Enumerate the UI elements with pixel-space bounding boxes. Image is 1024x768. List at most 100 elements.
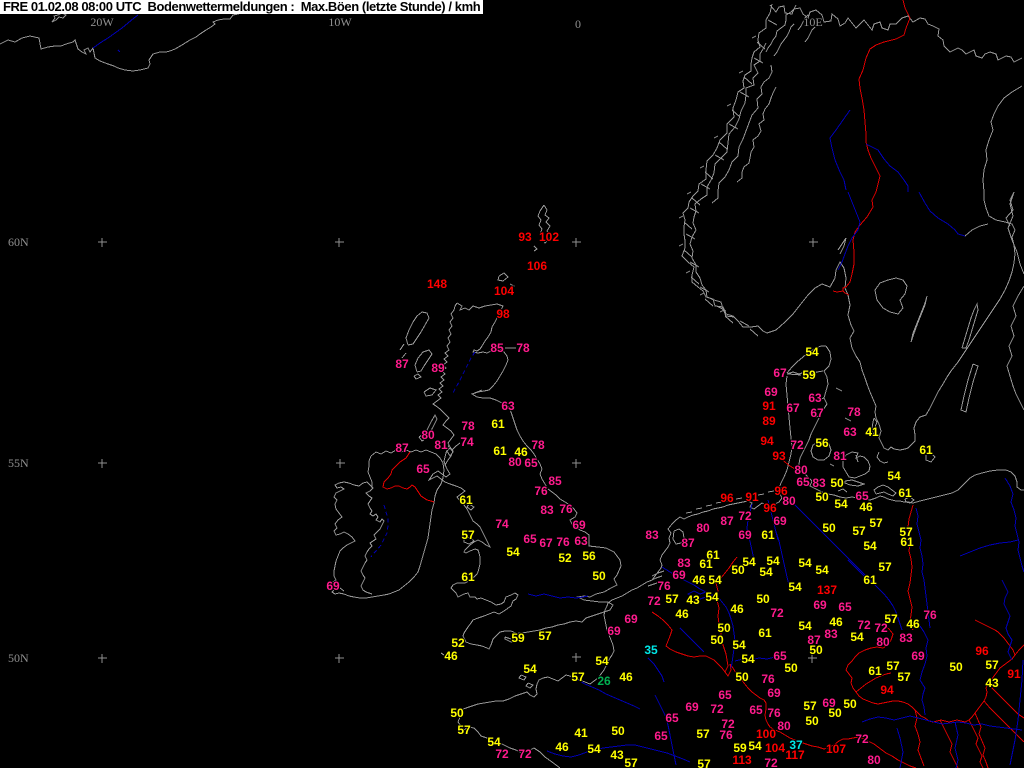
svg-text:76: 76 xyxy=(923,608,937,622)
svg-text:61: 61 xyxy=(919,443,933,457)
svg-text:46: 46 xyxy=(730,602,744,616)
svg-text:50: 50 xyxy=(949,660,963,674)
svg-text:65: 65 xyxy=(523,532,537,546)
svg-text:104: 104 xyxy=(494,284,514,298)
svg-text:61: 61 xyxy=(898,486,912,500)
svg-text:67: 67 xyxy=(539,536,553,550)
svg-text:61: 61 xyxy=(900,535,914,549)
svg-text:50: 50 xyxy=(756,592,770,606)
svg-text:56: 56 xyxy=(815,436,829,450)
svg-text:65: 65 xyxy=(524,456,538,470)
svg-text:54: 54 xyxy=(798,619,812,633)
svg-text:65: 65 xyxy=(665,711,679,725)
svg-text:56: 56 xyxy=(582,549,596,563)
svg-text:52: 52 xyxy=(451,636,465,650)
svg-text:54: 54 xyxy=(759,565,773,579)
svg-text:87: 87 xyxy=(681,536,695,550)
svg-text:67: 67 xyxy=(773,366,787,380)
svg-text:50: 50 xyxy=(815,490,829,504)
svg-text:65: 65 xyxy=(796,475,810,489)
svg-text:35: 35 xyxy=(644,643,658,657)
svg-text:54: 54 xyxy=(506,545,520,559)
svg-text:57: 57 xyxy=(665,592,679,606)
svg-text:55N: 55N xyxy=(8,456,29,470)
svg-text:96: 96 xyxy=(975,644,989,658)
svg-text:83: 83 xyxy=(824,627,838,641)
svg-text:59: 59 xyxy=(802,368,816,382)
svg-text:89: 89 xyxy=(431,361,445,375)
svg-text:76: 76 xyxy=(559,502,573,516)
svg-text:69: 69 xyxy=(607,624,621,638)
svg-text:54: 54 xyxy=(705,590,719,604)
svg-text:57: 57 xyxy=(869,516,883,530)
svg-text:78: 78 xyxy=(516,341,530,355)
svg-text:50: 50 xyxy=(822,521,836,535)
svg-text:57: 57 xyxy=(696,727,710,741)
svg-text:43: 43 xyxy=(985,676,999,690)
svg-text:46: 46 xyxy=(555,740,569,754)
svg-text:69: 69 xyxy=(773,514,787,528)
svg-text:50: 50 xyxy=(784,661,798,675)
svg-text:57: 57 xyxy=(897,670,911,684)
svg-text:54: 54 xyxy=(523,662,537,676)
svg-text:46: 46 xyxy=(444,649,458,663)
svg-text:10E: 10E xyxy=(803,15,822,29)
svg-text:50: 50 xyxy=(843,697,857,711)
svg-text:63: 63 xyxy=(574,534,588,548)
svg-text:65: 65 xyxy=(838,600,852,614)
svg-text:83: 83 xyxy=(812,476,826,490)
svg-text:54: 54 xyxy=(805,345,819,359)
svg-text:93: 93 xyxy=(518,230,532,244)
svg-text:54: 54 xyxy=(741,652,755,666)
svg-text:50: 50 xyxy=(830,476,844,490)
svg-text:80: 80 xyxy=(508,455,522,469)
svg-text:72: 72 xyxy=(764,756,778,768)
svg-text:94: 94 xyxy=(760,434,774,448)
svg-text:69: 69 xyxy=(738,528,752,542)
svg-text:59: 59 xyxy=(511,631,525,645)
svg-text:60N: 60N xyxy=(8,235,29,249)
svg-text:46: 46 xyxy=(675,607,689,621)
svg-text:117: 117 xyxy=(785,748,805,762)
svg-text:76: 76 xyxy=(767,706,781,720)
svg-text:72: 72 xyxy=(518,747,532,761)
svg-text:69: 69 xyxy=(572,518,586,532)
svg-text:61: 61 xyxy=(461,570,475,584)
svg-text:80: 80 xyxy=(867,753,881,767)
svg-text:80: 80 xyxy=(876,635,890,649)
svg-text:72: 72 xyxy=(647,594,661,608)
svg-text:57: 57 xyxy=(697,757,711,768)
svg-text:57: 57 xyxy=(803,699,817,713)
svg-text:80: 80 xyxy=(782,494,796,508)
svg-text:57: 57 xyxy=(538,629,552,643)
svg-text:83: 83 xyxy=(899,631,913,645)
svg-text:87: 87 xyxy=(395,441,409,455)
svg-text:74: 74 xyxy=(495,517,509,531)
svg-text:50: 50 xyxy=(805,714,819,728)
svg-text:93: 93 xyxy=(772,449,786,463)
svg-text:83: 83 xyxy=(645,528,659,542)
svg-text:78: 78 xyxy=(531,438,545,452)
svg-text:54: 54 xyxy=(748,739,762,753)
svg-text:91: 91 xyxy=(1007,667,1021,681)
svg-text:85: 85 xyxy=(548,474,562,488)
svg-text:96: 96 xyxy=(720,491,734,505)
svg-text:52: 52 xyxy=(558,551,572,565)
svg-text:63: 63 xyxy=(843,425,857,439)
svg-text:67: 67 xyxy=(786,401,800,415)
svg-text:46: 46 xyxy=(906,617,920,631)
svg-text:107: 107 xyxy=(826,742,846,756)
svg-text:76: 76 xyxy=(657,579,671,593)
svg-text:98: 98 xyxy=(496,307,510,321)
svg-text:89: 89 xyxy=(762,414,776,428)
svg-text:20W: 20W xyxy=(90,15,114,29)
svg-text:102: 102 xyxy=(539,230,559,244)
svg-text:61: 61 xyxy=(699,557,713,571)
svg-text:50: 50 xyxy=(710,633,724,647)
svg-text:57: 57 xyxy=(878,560,892,574)
svg-text:69: 69 xyxy=(911,649,925,663)
svg-text:65: 65 xyxy=(416,462,430,476)
svg-text:65: 65 xyxy=(718,688,732,702)
svg-text:106: 106 xyxy=(527,259,547,273)
svg-text:10W: 10W xyxy=(328,15,352,29)
